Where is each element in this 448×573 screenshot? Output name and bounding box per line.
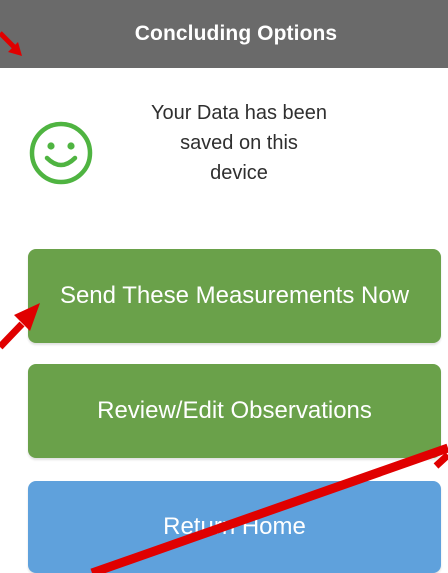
page-title: Concluding Options [134, 22, 338, 45]
save-status: Your Data has been saved on this device [0, 98, 448, 218]
app-header: Concluding Options [0, 0, 448, 68]
save-status-message: Your Data has been saved on this device [150, 102, 328, 184]
annotation-tick [433, 452, 448, 469]
return-home-button[interactable]: Return Home [28, 481, 441, 573]
review-edit-observations-button[interactable]: Review/Edit Observations [28, 364, 441, 458]
smiley-face-icon [29, 121, 93, 185]
annotation-arrow-send [0, 321, 25, 350]
send-measurements-button[interactable]: Send These Measurements Now [28, 249, 441, 343]
